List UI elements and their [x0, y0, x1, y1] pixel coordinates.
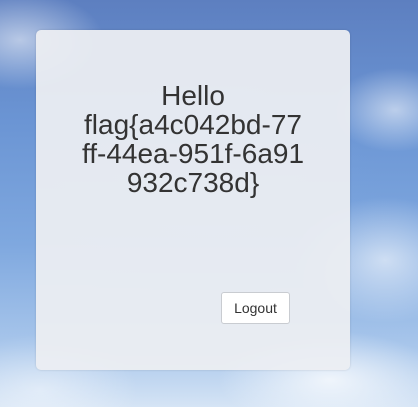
logout-button[interactable]: Logout: [221, 292, 290, 324]
flag-value: flag{a4c042bd-77ff-44ea-951f-6a91932c738…: [81, 109, 305, 198]
greeting-hello: Hello: [161, 80, 225, 111]
login-card: Hello flag{a4c042bd-77ff-44ea-951f-6a919…: [36, 30, 350, 370]
greeting-text: Hello flag{a4c042bd-77ff-44ea-951f-6a919…: [36, 81, 350, 197]
